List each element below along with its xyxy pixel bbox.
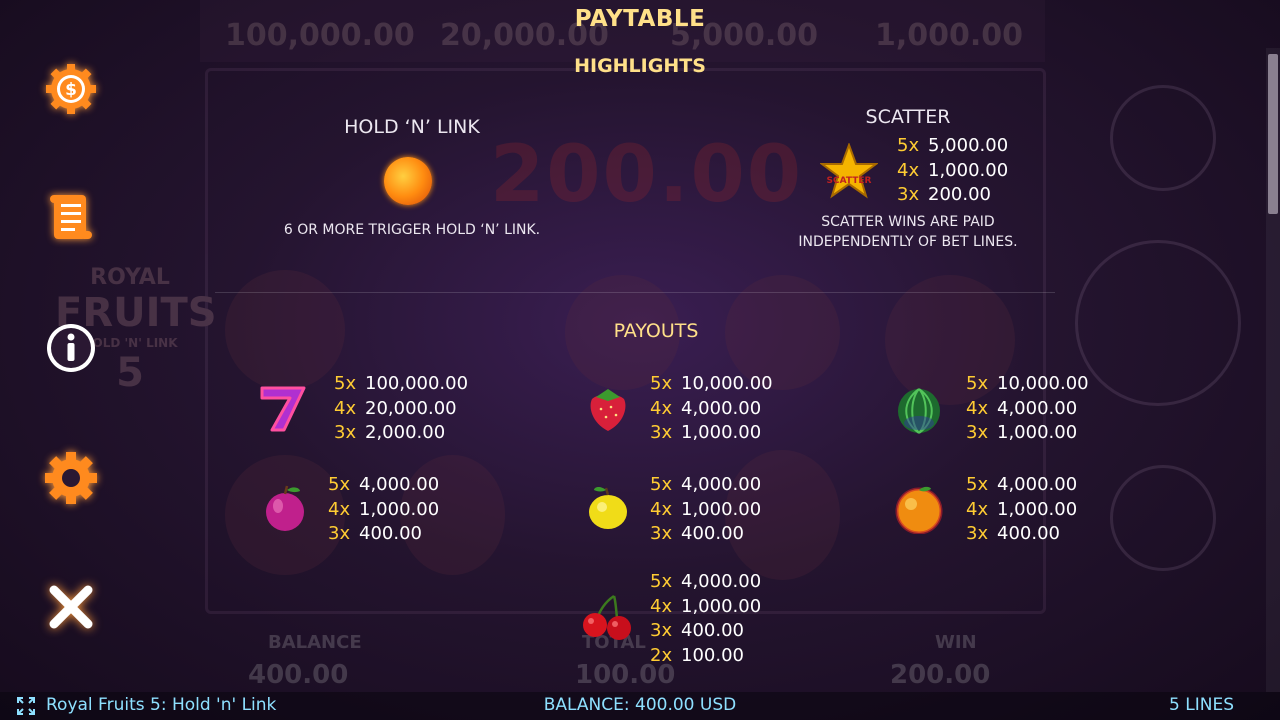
pay-row: 5x 10,000.00 [966, 373, 1089, 394]
hold-n-link-description: 6 OR MORE TRIGGER HOLD ‘N’ LINK. [283, 222, 541, 238]
bg-balance-value: 400.00 [248, 660, 349, 690]
rules-menu-button[interactable] [44, 190, 98, 244]
pay-row: 3x 400.00 [328, 523, 422, 544]
pay-row: 4x 4,000.00 [650, 397, 762, 419]
pay-row: 5x 100,000.00 [334, 373, 469, 394]
scatter-title: SCATTER [865, 106, 951, 128]
balance-display: BALANCE: 400.00 USD [543, 695, 737, 715]
scroll-icon [50, 195, 92, 239]
pay-row: 3x 2,000.00 [334, 422, 446, 443]
payouts-title: PAYOUTS [613, 320, 699, 342]
bg-fruit [225, 270, 345, 390]
pay-row: 5x 5,000.00 [897, 135, 1009, 156]
watermelon-pays: 5x 10,000.00 4x 4,000.00 3x 1,000.00 [966, 372, 1089, 446]
pay-row: 3x 400.00 [966, 523, 1060, 544]
bg-autoplay-button [1110, 85, 1216, 191]
strawberry-pays: 5x 10,000.00 4x 4,000.00 3x 1,000.00 [650, 372, 773, 446]
pay-row: 3x 400.00 [650, 523, 744, 544]
pay-row: 4x 1,000.00 [897, 159, 1009, 181]
lines-display: 5 LINES [1169, 695, 1234, 715]
scatter-pays: 5x 5,000.00 4x 1,000.00 3x 200.00 [897, 134, 1008, 208]
lemon-pays: 5x 4,000.00 4x 1,000.00 3x 400.00 [650, 473, 761, 547]
plum-pays: 5x 4,000.00 4x 1,000.00 3x 400.00 [328, 473, 439, 547]
bg-big-win: 200.00 [490, 130, 803, 220]
pay-row: 5x 10,000.00 [650, 373, 773, 394]
pay-row: 3x 400.00 [650, 620, 744, 641]
info-icon [47, 324, 95, 372]
orange-icon [895, 486, 943, 534]
watermelon-icon [898, 388, 940, 434]
plum-icon [266, 485, 304, 531]
paytable-title: PAYTABLE [574, 6, 706, 32]
close-menu-button[interactable] [44, 580, 98, 634]
scatter-star-icon: SCATTER [820, 143, 878, 199]
cherries-pays: 5x 4,000.00 4x 1,000.00 3x 400.00 2x 100.00 [650, 570, 761, 668]
bg-balance-label: BALANCE [268, 632, 362, 653]
pay-row: 4x 4,000.00 [966, 397, 1078, 419]
lemon-icon [589, 486, 627, 529]
pay-row: 5x 4,000.00 [650, 571, 762, 592]
highlights-title: HIGHLIGHTS [574, 55, 706, 77]
close-icon [49, 585, 93, 629]
pay-row: 5x 4,000.00 [966, 474, 1078, 495]
gear-icon [45, 452, 97, 504]
section-divider [215, 292, 1055, 293]
settings-menu-button[interactable] [44, 451, 98, 505]
paytable-scrollbar[interactable] [1266, 48, 1280, 692]
bg-turbo-button [1110, 465, 1216, 571]
bg-win-value: 200.00 [890, 660, 991, 690]
fireball-icon [384, 157, 432, 205]
pay-row: 3x 1,000.00 [966, 422, 1078, 443]
seven-icon [260, 386, 306, 432]
coin-menu-button[interactable]: $ [44, 62, 98, 116]
coin-icon: $ [46, 64, 96, 114]
bg-win-label: WIN [935, 632, 977, 653]
pay-row: 5x 4,000.00 [328, 474, 440, 495]
orange-pays: 5x 4,000.00 4x 1,000.00 3x 400.00 [966, 473, 1077, 547]
pay-row: 4x 1,000.00 [650, 595, 762, 617]
strawberry-icon [590, 389, 626, 431]
pay-row: 3x 200.00 [897, 184, 991, 205]
info-menu-button[interactable] [44, 321, 98, 375]
scrollbar-thumb[interactable] [1268, 54, 1278, 214]
pay-row: 4x 1,000.00 [328, 498, 440, 520]
pay-row: 3x 1,000.00 [650, 422, 762, 443]
bg-spin-button [1075, 240, 1241, 406]
svg-text:$: $ [65, 80, 77, 100]
pay-row: 5x 4,000.00 [650, 474, 762, 495]
pay-row: 2x 100.00 [650, 644, 744, 666]
hold-n-link-title: HOLD ‘N’ LINK [344, 116, 480, 138]
background-game-scene: 100,000.00 20,000.00 5,000.00 1,000.00 2… [0, 0, 1280, 720]
pay-row: 4x 1,000.00 [966, 498, 1078, 520]
cherries-icon [583, 594, 631, 640]
scatter-description: SCATTER WINS ARE PAID INDEPENDENTLY OF B… [798, 214, 1018, 250]
seven-pays: 5x 100,000.00 4x 20,000.00 3x 2,000.00 [334, 372, 468, 446]
pay-row: 4x 1,000.00 [650, 498, 762, 520]
pay-row: 4x 20,000.00 [334, 397, 457, 419]
scatter-icon-label: SCATTER [827, 176, 872, 186]
